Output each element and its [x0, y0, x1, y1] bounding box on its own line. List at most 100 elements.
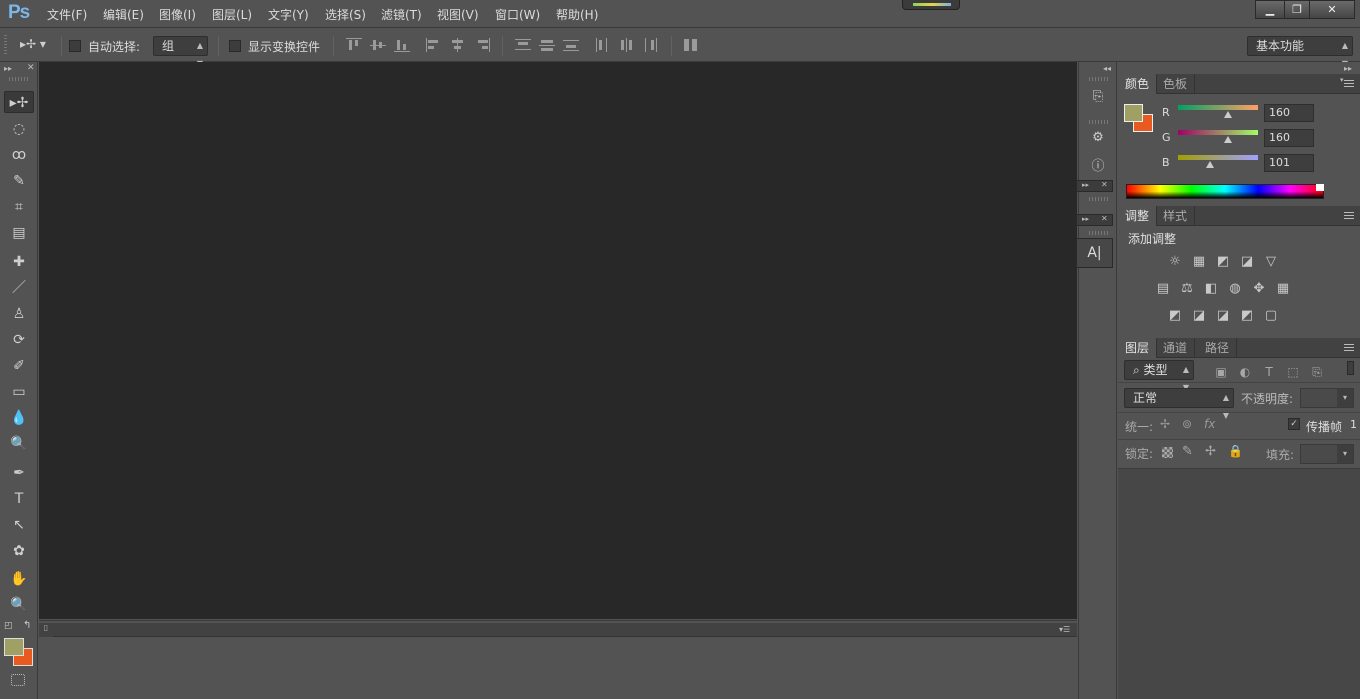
- distribute-right-icon[interactable]: [643, 38, 659, 52]
- hue-saturation-icon[interactable]: ▤: [1154, 281, 1172, 297]
- posterize-icon[interactable]: ◪: [1190, 308, 1208, 324]
- channel-mixer-icon[interactable]: ✥: [1250, 281, 1268, 297]
- panel-grip[interactable]: [1089, 120, 1109, 124]
- expand-icon[interactable]: ▸▸: [1082, 215, 1089, 223]
- swap-colors-icon[interactable]: ↰: [23, 620, 31, 631]
- tab-channels[interactable]: 通道: [1156, 338, 1196, 358]
- threshold-icon[interactable]: ◪: [1214, 308, 1232, 324]
- panel-menu-icon[interactable]: [1344, 344, 1354, 352]
- align-top-icon[interactable]: [346, 38, 362, 52]
- eraser-tool-icon[interactable]: ✐: [4, 355, 34, 377]
- collapse-icon[interactable]: ▸▸: [1344, 64, 1352, 73]
- menu-window[interactable]: 窗口(W): [495, 6, 540, 23]
- pen-tool-icon[interactable]: ✒: [4, 462, 34, 484]
- distribute-vcenter-icon[interactable]: [539, 38, 555, 52]
- quick-select-tool-icon[interactable]: ✎: [4, 170, 34, 192]
- tab-color[interactable]: 颜色: [1118, 74, 1158, 94]
- close-icon[interactable]: ✕: [1101, 214, 1108, 223]
- tab-paths[interactable]: 路径: [1198, 338, 1238, 358]
- panel-grip[interactable]: [1089, 197, 1109, 201]
- white-swatch[interactable]: [1316, 184, 1324, 191]
- panel-menu-icon[interactable]: [1344, 212, 1354, 220]
- invert-icon[interactable]: ◩: [1166, 308, 1184, 324]
- foreground-color-swatch[interactable]: [4, 638, 24, 656]
- opacity-input[interactable]: ▾: [1300, 388, 1354, 408]
- lock-all-icon[interactable]: 🔒: [1228, 444, 1243, 458]
- fill-input[interactable]: ▾: [1300, 444, 1354, 464]
- brush-tool-icon[interactable]: ／: [4, 277, 34, 299]
- blur-tool-icon[interactable]: 💧: [4, 407, 34, 429]
- document-canvas-area[interactable]: [39, 62, 1077, 619]
- menu-help[interactable]: 帮助(H): [556, 6, 598, 23]
- menu-edit[interactable]: 编辑(E): [103, 6, 144, 23]
- photo-filter-icon[interactable]: ◍: [1226, 281, 1244, 297]
- align-bottom-icon[interactable]: [394, 38, 410, 52]
- history-panel-icon[interactable]: ⎘: [1088, 87, 1108, 107]
- color-lookup-icon[interactable]: ▦: [1274, 281, 1292, 297]
- tab-swatches[interactable]: 色板: [1156, 74, 1196, 94]
- lock-pixels-icon[interactable]: ✎: [1182, 444, 1193, 459]
- healing-brush-tool-icon[interactable]: ✚: [4, 251, 34, 273]
- dropdown-arrow-icon[interactable]: ▾: [1337, 389, 1353, 407]
- floating-panel-header[interactable]: ▸▸ ✕: [1076, 214, 1113, 226]
- type-tool-icon[interactable]: T: [4, 488, 34, 510]
- red-slider-track[interactable]: [1178, 105, 1258, 110]
- workspace-switcher[interactable]: 基本功能 ▲▼: [1247, 36, 1353, 68]
- align-right-icon[interactable]: [474, 38, 490, 52]
- blend-mode-dropdown[interactable]: 正常 ▲ ▼: [1124, 388, 1234, 420]
- adjustment-filter-icon[interactable]: ◐: [1237, 364, 1253, 380]
- shape-filter-icon[interactable]: ⬚: [1285, 364, 1301, 380]
- quick-mask-icon[interactable]: [11, 674, 25, 686]
- panel-tab-stub[interactable]: ▯: [39, 623, 53, 637]
- blue-slider-track[interactable]: [1178, 155, 1258, 160]
- menu-image[interactable]: 图像(I): [159, 6, 196, 23]
- align-left-icon[interactable]: [426, 38, 442, 52]
- expand-panels-icon[interactable]: ◂◂: [1103, 64, 1111, 73]
- auto-align-icon[interactable]: [683, 38, 699, 52]
- auto-select-dropdown[interactable]: 组 ▲▼: [153, 36, 208, 68]
- crop-tool-icon[interactable]: ⌗: [4, 196, 34, 218]
- distribute-bottom-icon[interactable]: [563, 38, 579, 52]
- character-panel-icon[interactable]: A|: [1076, 238, 1113, 268]
- dropdown-arrow-icon[interactable]: ▾: [1337, 445, 1353, 463]
- pixel-filter-icon[interactable]: ▣: [1213, 364, 1229, 380]
- collapse-icon[interactable]: ▸▸: [4, 64, 12, 73]
- menu-type[interactable]: 文字(Y): [268, 6, 309, 23]
- marquee-tool-icon[interactable]: ◌: [4, 118, 34, 140]
- distribute-top-icon[interactable]: [515, 38, 531, 52]
- expand-icon[interactable]: ▸▸: [1082, 181, 1089, 189]
- lock-transparency-icon[interactable]: [1162, 447, 1173, 458]
- green-value-input[interactable]: 160: [1264, 129, 1314, 147]
- auto-select-checkbox[interactable]: [69, 40, 81, 52]
- panel-menu-arrow-icon[interactable]: ▾: [1340, 76, 1344, 84]
- default-colors-icon[interactable]: ◰: [4, 621, 13, 631]
- type-filter-icon[interactable]: T: [1261, 364, 1277, 380]
- move-tool-preset-icon[interactable]: ▸✢ ▾: [20, 37, 58, 55]
- shape-tool-icon[interactable]: ✿: [4, 540, 34, 562]
- dodge-tool-icon[interactable]: 🔍: [4, 433, 34, 455]
- floating-panel-header[interactable]: ▸▸ ✕: [1076, 180, 1113, 192]
- blue-value-input[interactable]: 101: [1264, 154, 1314, 172]
- show-transform-checkbox[interactable]: [229, 40, 241, 52]
- black-white-icon[interactable]: ◧: [1202, 281, 1220, 297]
- close-icon[interactable]: ✕: [27, 63, 35, 73]
- zoom-tool-icon[interactable]: 🔍: [4, 594, 34, 616]
- panel-grip[interactable]: [1089, 77, 1109, 81]
- close-button[interactable]: ✕: [1309, 0, 1355, 19]
- gradient-map-icon[interactable]: ◩: [1238, 308, 1256, 324]
- unify-style-icon[interactable]: fx: [1204, 417, 1215, 431]
- menu-filter[interactable]: 滤镜(T): [381, 6, 422, 23]
- tab-adjustments[interactable]: 调整: [1118, 206, 1158, 226]
- gradient-tool-icon[interactable]: ▭: [4, 381, 34, 403]
- move-tool-icon[interactable]: ▸✢: [4, 91, 34, 113]
- eyedropper-tool-icon[interactable]: ▤: [4, 222, 34, 244]
- vibrance-icon[interactable]: ▽: [1262, 254, 1280, 270]
- brightness-contrast-icon[interactable]: ☼: [1166, 254, 1184, 270]
- menu-file[interactable]: 文件(F): [47, 6, 87, 23]
- distribute-left-icon[interactable]: [595, 38, 611, 52]
- menu-select[interactable]: 选择(S): [325, 6, 366, 23]
- panel-menu-icon[interactable]: [1344, 80, 1354, 88]
- close-icon[interactable]: ✕: [1101, 180, 1108, 189]
- color-balance-icon[interactable]: ⚖: [1178, 281, 1196, 297]
- info-panel-icon[interactable]: ⓘ: [1088, 157, 1108, 177]
